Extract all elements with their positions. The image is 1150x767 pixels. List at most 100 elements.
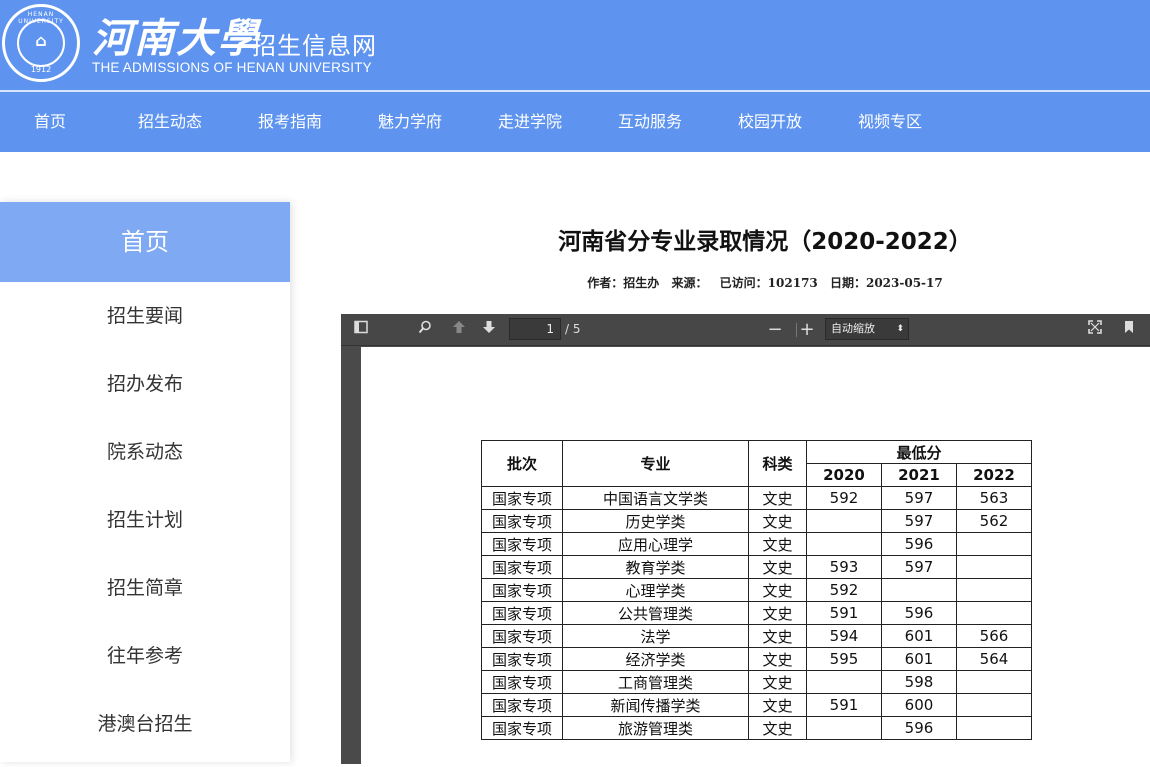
zoom-out-icon[interactable]: − bbox=[765, 320, 785, 340]
cell-batch: 国家专项 bbox=[481, 647, 563, 671]
table-row: 国家专项 应用心理学 文史 596 bbox=[481, 532, 1032, 556]
cell-batch: 国家专项 bbox=[481, 578, 563, 602]
cell-score-2022 bbox=[956, 601, 1032, 625]
sidebar-item-news[interactable]: 招生要闻 bbox=[0, 282, 290, 350]
cell-score-2022: 563 bbox=[956, 486, 1032, 510]
cell-score-2022 bbox=[956, 578, 1032, 602]
cell-batch: 国家专项 bbox=[481, 670, 563, 694]
cell-score-2021: 601 bbox=[881, 647, 957, 671]
cell-score-2021: 600 bbox=[881, 693, 957, 717]
cell-major: 心理学类 bbox=[562, 578, 749, 602]
cell-type: 文史 bbox=[748, 716, 807, 740]
logo-chinese-name[interactable]: 河南大學 bbox=[92, 6, 260, 64]
cell-type: 文史 bbox=[748, 624, 807, 648]
cell-major: 历史学类 bbox=[562, 509, 749, 533]
header-min-score: 最低分 bbox=[806, 440, 1032, 464]
sidebar-item-past-reference[interactable]: 往年参考 bbox=[0, 622, 290, 690]
pdf-page: 批次 专业 科类 最低分 2020 2021 2022 国家专项 中国语言文学类文… bbox=[361, 347, 1150, 767]
cell-batch: 国家专项 bbox=[481, 486, 563, 510]
table-row: 国家专项 中国语言文学类 文史 592 597 563 bbox=[481, 486, 1032, 510]
prev-page-icon[interactable] bbox=[449, 320, 469, 340]
table-row: 国家专项 公共管理类 文史 591 596 bbox=[481, 601, 1032, 625]
header-type: 科类 bbox=[748, 440, 807, 487]
header-year-2021: 2021 bbox=[881, 463, 957, 487]
sidebar-item-dept-news[interactable]: 院系动态 bbox=[0, 418, 290, 486]
nav-item-interaction[interactable]: 互动服务 bbox=[605, 92, 695, 152]
cell-score-2021 bbox=[881, 578, 957, 602]
fullscreen-icon[interactable] bbox=[1085, 320, 1105, 340]
pdf-toolbar: 1 / 5 − + 自动缩放 ⬍ bbox=[341, 314, 1150, 346]
cell-type: 文史 bbox=[748, 509, 807, 533]
cell-batch: 国家专项 bbox=[481, 532, 563, 556]
cell-major: 工商管理类 bbox=[562, 670, 749, 694]
table-row: 国家专项 心理学类 文史 592 bbox=[481, 578, 1032, 602]
table-row: 国家专项 工商管理类 文史 598 bbox=[481, 670, 1032, 694]
nav-item-charm[interactable]: 魅力学府 bbox=[365, 92, 455, 152]
cell-type: 文史 bbox=[748, 486, 807, 510]
nav-item-home[interactable]: 首页 bbox=[10, 92, 90, 152]
sidebar-item-releases[interactable]: 招办发布 bbox=[0, 350, 290, 418]
cell-score-2020: 591 bbox=[806, 601, 882, 625]
table-body: 国家专项 中国语言文学类 文史 592 597 563 国家专项 历史学类 文史 597 562 国家… bbox=[481, 486, 1032, 740]
header-batch: 批次 bbox=[481, 440, 563, 487]
cell-score-2020: 591 bbox=[806, 693, 882, 717]
nav-item-colleges[interactable]: 走进学院 bbox=[485, 92, 575, 152]
cell-score-2020 bbox=[806, 509, 882, 533]
cell-major: 新闻传播学类 bbox=[562, 693, 749, 717]
cell-score-2020: 592 bbox=[806, 578, 882, 602]
zoom-in-icon[interactable]: + bbox=[797, 320, 817, 340]
logo-site-name[interactable]: 招生信息网 bbox=[252, 26, 377, 61]
university-seal-logo[interactable]: HENAN UNIVERSITY ⌂ 1912 bbox=[2, 4, 80, 82]
zoom-select[interactable]: 自动缩放 ⬍ bbox=[825, 318, 909, 340]
seal-glyph-icon: ⌂ bbox=[35, 31, 47, 50]
table-row: 国家专项 法学 文史 594 601 566 bbox=[481, 624, 1032, 648]
table-row: 国家专项 历史学类 文史 597 562 bbox=[481, 509, 1032, 533]
search-icon[interactable] bbox=[415, 320, 435, 340]
sidebar-header[interactable]: 首页 bbox=[0, 202, 290, 282]
article-visits: 已访问：102173 bbox=[719, 276, 818, 290]
cell-major: 应用心理学 bbox=[562, 532, 749, 556]
cell-batch: 国家专项 bbox=[481, 624, 563, 648]
cell-score-2022 bbox=[956, 670, 1032, 694]
header-year-2022: 2022 bbox=[956, 463, 1032, 487]
nav-item-news[interactable]: 招生动态 bbox=[125, 92, 215, 152]
article-source: 来源： bbox=[671, 276, 708, 290]
sidebar-item-hk-macao-taiwan[interactable]: 港澳台招生 bbox=[0, 690, 290, 758]
cell-batch: 国家专项 bbox=[481, 693, 563, 717]
admission-scores-table: 批次 专业 科类 最低分 2020 2021 2022 国家专项 中国语言文学类文… bbox=[481, 440, 1032, 740]
cell-score-2021: 596 bbox=[881, 716, 957, 740]
cell-major: 公共管理类 bbox=[562, 601, 749, 625]
cell-score-2022 bbox=[956, 693, 1032, 717]
header-major: 专业 bbox=[562, 440, 749, 487]
cell-major: 法学 bbox=[562, 624, 749, 648]
next-page-icon[interactable] bbox=[479, 320, 499, 340]
sidebar-toggle-icon[interactable] bbox=[351, 320, 371, 340]
sidebar-item-plan[interactable]: 招生计划 bbox=[0, 486, 290, 554]
page-number-input[interactable]: 1 bbox=[509, 318, 561, 340]
nav-item-video[interactable]: 视频专区 bbox=[845, 92, 935, 152]
sidebar-item-brochure[interactable]: 招生简章 bbox=[0, 554, 290, 622]
cell-score-2021: 601 bbox=[881, 624, 957, 648]
main-nav: 首页 招生动态 报考指南 魅力学府 走进学院 互动服务 校园开放 视频专区 bbox=[0, 90, 1150, 152]
cell-score-2022 bbox=[956, 555, 1032, 579]
cell-score-2021: 597 bbox=[881, 509, 957, 533]
cell-type: 文史 bbox=[748, 532, 807, 556]
cell-type: 文史 bbox=[748, 578, 807, 602]
header-year-2020: 2020 bbox=[806, 463, 882, 487]
cell-score-2020 bbox=[806, 670, 882, 694]
cell-type: 文史 bbox=[748, 601, 807, 625]
nav-item-guide[interactable]: 报考指南 bbox=[245, 92, 335, 152]
cell-score-2021: 596 bbox=[881, 532, 957, 556]
article-title: 河南省分专业录取情况（2020-2022） bbox=[558, 229, 972, 255]
zoom-select-value: 自动缩放 bbox=[831, 322, 875, 335]
table-row: 国家专项 新闻传播学类 文史 591 600 bbox=[481, 693, 1032, 717]
cell-score-2021: 598 bbox=[881, 670, 957, 694]
cell-major: 旅游管理类 bbox=[562, 716, 749, 740]
pdf-viewer: 1 / 5 − + 自动缩放 ⬍ 批次 专业 科类 最低分 2020 2021 … bbox=[341, 314, 1150, 767]
bookmark-icon[interactable] bbox=[1119, 320, 1139, 340]
article-date: 日期：2023-05-17 bbox=[829, 276, 943, 290]
nav-item-open-campus[interactable]: 校园开放 bbox=[725, 92, 815, 152]
sidebar: 首页 招生要闻 招办发布 院系动态 招生计划 招生简章 往年参考 港澳台招生 bbox=[0, 202, 290, 762]
cell-score-2020: 593 bbox=[806, 555, 882, 579]
cell-score-2022: 562 bbox=[956, 509, 1032, 533]
